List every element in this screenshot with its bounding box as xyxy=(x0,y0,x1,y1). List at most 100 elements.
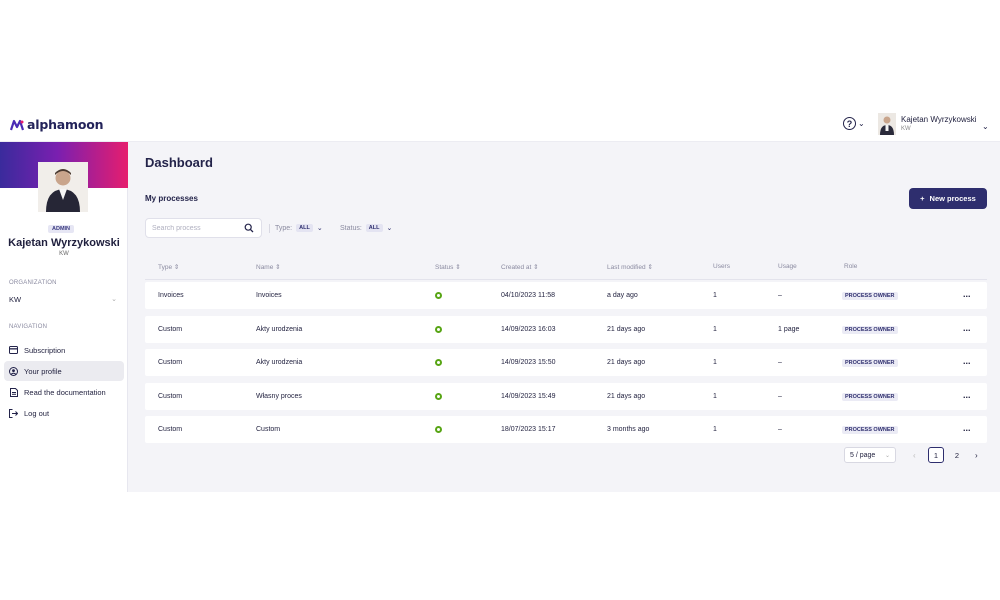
chevron-down-icon: ⌄ xyxy=(111,296,117,303)
table-row[interactable]: Custom Akty urodzenia 14/09/2023 15:50 2… xyxy=(145,349,987,376)
app-window: alphamoon ? ⌄ Kajetan Wyrzykowski KW ⌄ A… xyxy=(0,108,1000,492)
type-filter[interactable]: Type: ALL ⌄ xyxy=(275,224,323,232)
navigation-section-label: NAVIGATION xyxy=(9,324,48,330)
table-row[interactable]: Invoices Invoices 04/10/2023 11:58 a day… xyxy=(145,282,987,309)
cell-created: 04/10/2023 11:58 xyxy=(501,292,555,299)
cell-created: 14/09/2023 15:50 xyxy=(501,359,556,366)
sidebar-item-your-profile[interactable]: Your profile xyxy=(4,361,124,381)
status-filter[interactable]: Status: ALL ⌄ xyxy=(340,224,392,232)
cell-name: Invoices xyxy=(256,292,282,299)
sidebar-item-documentation[interactable]: Read the documentation xyxy=(4,382,124,402)
cell-usage: – xyxy=(778,426,782,433)
more-actions-button[interactable]: ... xyxy=(963,390,971,400)
type-filter-label: Type: xyxy=(275,224,293,232)
sidebar-item-subscription[interactable]: Subscription xyxy=(4,340,124,360)
chevron-down-icon: ⌄ xyxy=(386,225,393,232)
cell-users: 1 xyxy=(713,393,717,400)
plus-icon: + xyxy=(920,194,925,203)
organization-select[interactable]: KW ⌄ xyxy=(9,295,117,304)
cell-name: Własny proces xyxy=(256,393,302,400)
more-actions-button[interactable]: ... xyxy=(963,289,971,299)
prev-page-icon[interactable]: ‹ xyxy=(913,451,916,460)
cell-modified: 21 days ago xyxy=(607,393,646,400)
more-actions-button[interactable]: ... xyxy=(963,356,971,366)
cell-name: Custom xyxy=(256,426,281,433)
column-header-users: Users xyxy=(713,263,730,270)
top-bar: alphamoon ? ⌄ Kajetan Wyrzykowski KW ⌄ xyxy=(0,108,1000,142)
more-actions-button[interactable]: ... xyxy=(963,423,971,433)
role-badge: ADMIN xyxy=(48,225,75,233)
cell-type: Custom xyxy=(158,393,183,400)
status-active-icon xyxy=(435,359,442,366)
cell-users: 1 xyxy=(713,359,717,366)
column-header-status[interactable]: Status ⇕ xyxy=(435,263,461,271)
table-row[interactable]: Custom Custom 18/07/2023 15:17 3 months … xyxy=(145,416,987,443)
user-org: KW xyxy=(901,126,911,132)
cell-usage: 1 page xyxy=(778,326,800,333)
cell-usage: – xyxy=(778,292,782,299)
cell-created: 18/07/2023 15:17 xyxy=(501,426,556,433)
column-header-usage: Usage xyxy=(778,263,797,270)
role-badge: PROCESS OWNER xyxy=(842,292,898,300)
logo[interactable]: alphamoon xyxy=(10,117,104,132)
search-box[interactable] xyxy=(145,218,262,238)
search-input[interactable] xyxy=(152,224,244,232)
column-header-created-at[interactable]: Created at ⇕ xyxy=(501,263,539,271)
cell-users: 1 xyxy=(713,292,717,299)
column-header-role: Role xyxy=(844,263,858,270)
section-title: My processes xyxy=(145,194,198,203)
new-process-label: New process xyxy=(929,194,976,203)
next-page-icon[interactable]: › xyxy=(975,451,978,460)
type-filter-value: ALL xyxy=(296,224,313,232)
column-header-type[interactable]: Type ⇕ xyxy=(158,263,179,271)
cell-users: 1 xyxy=(713,426,717,433)
status-active-icon xyxy=(435,326,442,333)
sidebar-item-label: Read the documentation xyxy=(24,387,106,397)
logo-mark-icon xyxy=(10,119,24,130)
cell-type: Custom xyxy=(158,426,183,433)
status-active-icon xyxy=(435,393,442,400)
page-size-select[interactable]: 5 / page ⌄ xyxy=(844,447,896,463)
filter-divider xyxy=(269,224,270,233)
page-1-button[interactable]: 1 xyxy=(928,447,944,463)
profile-icon xyxy=(9,366,18,376)
column-header-last-modified[interactable]: Last modified ⇕ xyxy=(607,263,653,271)
cell-modified: 21 days ago xyxy=(607,326,646,333)
question-circle-icon: ? xyxy=(843,117,856,130)
cell-name: Akty urodzenia xyxy=(256,359,303,366)
profile-org: KW xyxy=(59,251,69,257)
cell-users: 1 xyxy=(713,326,717,333)
cell-created: 14/09/2023 15:49 xyxy=(501,393,556,400)
table-row[interactable]: Custom Własny proces 14/09/2023 15:49 21… xyxy=(145,383,987,410)
sidebar-item-log-out[interactable]: Log out xyxy=(4,403,124,423)
avatar xyxy=(878,113,896,135)
organization-section-label: ORGANIZATION xyxy=(9,280,57,286)
role-badge: PROCESS OWNER xyxy=(842,393,898,401)
document-icon xyxy=(9,387,18,397)
logout-icon xyxy=(9,408,18,418)
sidebar: ADMIN Kajetan Wyrzykowski KW ORGANIZATIO… xyxy=(0,142,128,492)
help-menu[interactable]: ? ⌄ xyxy=(843,117,865,130)
cell-name: Akty urodzenia xyxy=(256,326,303,333)
cell-usage: – xyxy=(778,393,782,400)
user-menu[interactable]: Kajetan Wyrzykowski KW ⌄ xyxy=(878,113,989,135)
status-filter-label: Status: xyxy=(340,224,362,232)
cell-modified: a day ago xyxy=(607,292,638,299)
new-process-button[interactable]: + New process xyxy=(909,188,987,209)
table-row[interactable]: Custom Akty urodzenia 14/09/2023 16:03 2… xyxy=(145,316,987,343)
organization-value: KW xyxy=(9,295,22,304)
page-title: Dashboard xyxy=(145,155,213,170)
role-badge: PROCESS OWNER xyxy=(842,326,898,334)
more-actions-button[interactable]: ... xyxy=(963,323,971,333)
cell-type: Custom xyxy=(158,359,183,366)
main-content: Dashboard My processes + New process Typ… xyxy=(128,142,1000,492)
search-icon[interactable] xyxy=(244,223,254,233)
role-badge: PROCESS OWNER xyxy=(842,359,898,367)
column-header-name[interactable]: Name ⇕ xyxy=(256,263,281,271)
chevron-down-icon: ⌄ xyxy=(982,122,989,131)
page-size-value: 5 / page xyxy=(850,451,876,459)
cell-created: 14/09/2023 16:03 xyxy=(501,326,556,333)
page-2-button[interactable]: 2 xyxy=(949,447,965,463)
cell-modified: 3 months ago xyxy=(607,426,650,433)
chevron-down-icon: ⌄ xyxy=(316,225,323,232)
